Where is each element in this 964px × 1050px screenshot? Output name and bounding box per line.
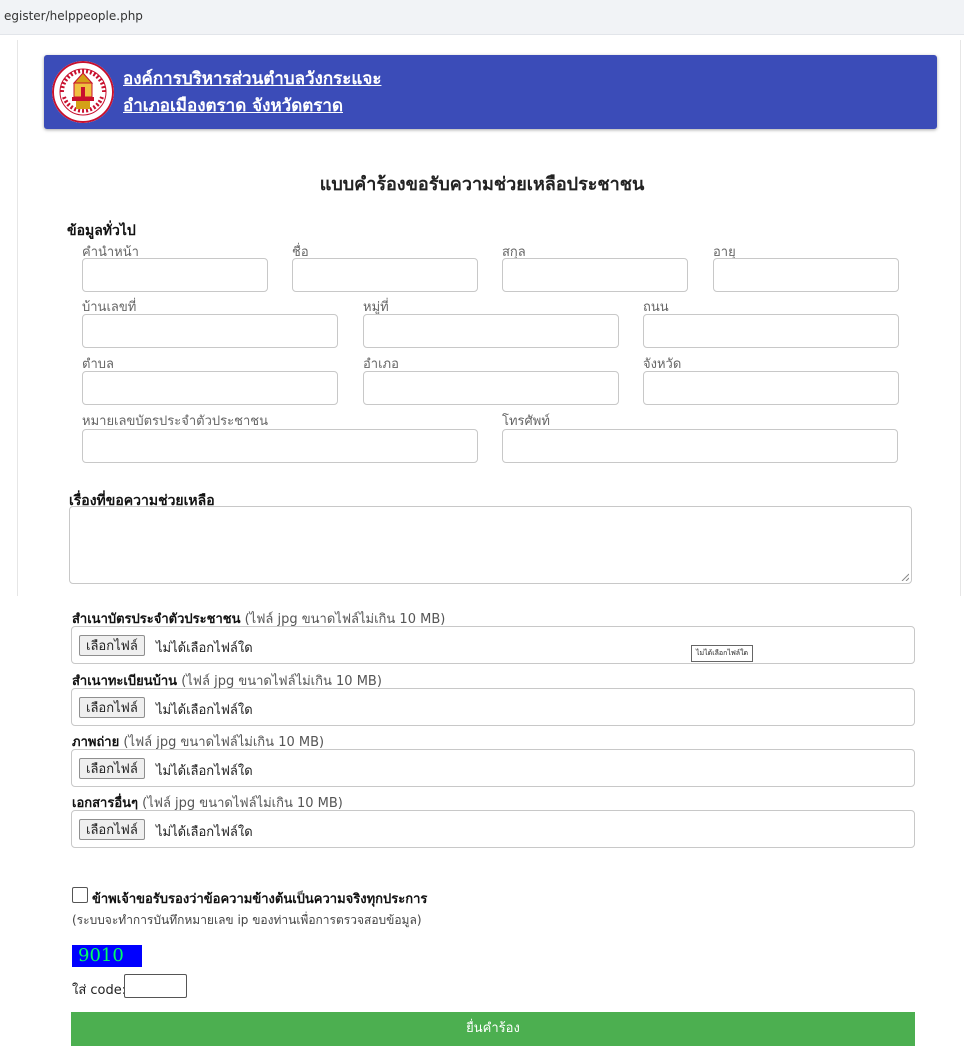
prefix-field[interactable] bbox=[82, 258, 268, 292]
upload-hint: (ไฟล์ jpg ขนาดไฟล์ไม่เกิน 10 MB) bbox=[138, 796, 343, 811]
upload-title: สำเนาทะเบียนบ้าน bbox=[72, 674, 178, 689]
upload-title: สำเนาบัตรประจำตัวประชาชน bbox=[72, 612, 241, 627]
choose-file-button[interactable]: เลือกไฟล์ bbox=[79, 697, 145, 718]
ip-notice: (ระบบจะทำการบันทึกหมายเลข ip ของท่านเพื่… bbox=[72, 913, 422, 927]
url-text[interactable]: egister/helppeople.php bbox=[4, 9, 143, 23]
upload-id-card[interactable]: เลือกไฟล์ ไม่ได้เลือกไฟล์ใด bbox=[71, 626, 915, 664]
org-location-link[interactable]: อำเภอเมืองตราด จังหวัดตราด bbox=[123, 92, 343, 119]
upload-photo[interactable]: เลือกไฟล์ ไม่ได้เลือกไฟล์ใด bbox=[71, 749, 915, 787]
org-name-link[interactable]: องค์การบริหารส่วนตำบลวังกระแจะ bbox=[123, 65, 381, 92]
age-field[interactable] bbox=[713, 258, 899, 292]
subdistrict-field[interactable] bbox=[82, 371, 338, 405]
file-status: ไม่ได้เลือกไฟล์ใด bbox=[156, 825, 253, 840]
upload-title: ภาพถ่าย bbox=[72, 735, 120, 750]
resize-grip-icon[interactable] bbox=[901, 573, 909, 581]
village-no-field[interactable] bbox=[363, 314, 619, 348]
form-title: แบบคำร้องขอรับความช่วยเหลือประชาชน bbox=[319, 174, 645, 195]
site-header: องค์การบริหารส่วนตำบลวังกระแจะ อำเภอเมือ… bbox=[44, 55, 937, 129]
province-field[interactable] bbox=[643, 371, 899, 405]
file-status: ไม่ได้เลือกไฟล์ใด bbox=[156, 641, 253, 656]
file-tooltip: ไม่ได้เลือกไฟล์ใด bbox=[691, 645, 754, 662]
org-logo-icon bbox=[52, 61, 114, 123]
upload-other-docs[interactable]: เลือกไฟล์ ไม่ได้เลือกไฟล์ใด bbox=[71, 810, 915, 848]
choose-file-button[interactable]: เลือกไฟล์ bbox=[79, 758, 145, 779]
last-name-field[interactable] bbox=[502, 258, 688, 292]
upload-hint: (ไฟล์ jpg ขนาดไฟล์ไม่เกิน 10 MB) bbox=[177, 674, 382, 689]
code-label: ใส่ code: bbox=[72, 983, 127, 998]
phone-label: โทรศัพท์ bbox=[502, 414, 550, 429]
address-bar[interactable]: egister/helppeople.php bbox=[0, 0, 964, 35]
file-status: ไม่ได้เลือกไฟล์ใด bbox=[156, 764, 253, 779]
first-name-field[interactable] bbox=[292, 258, 478, 292]
page-edge bbox=[960, 40, 961, 596]
section-general-info: ข้อมูลทั่วไป bbox=[67, 223, 136, 239]
request-textarea[interactable] bbox=[69, 506, 912, 584]
upload-title: เอกสารอื่นๆ bbox=[72, 796, 139, 811]
road-field[interactable] bbox=[643, 314, 899, 348]
upload-house-registration[interactable]: เลือกไฟล์ ไม่ได้เลือกไฟล์ใด bbox=[71, 688, 915, 726]
id-card-label: หมายเลขบัตรประจำตัวประชาชน bbox=[82, 414, 268, 429]
file-status: ไม่ได้เลือกไฟล์ใด bbox=[156, 703, 253, 718]
id-card-field[interactable] bbox=[82, 429, 478, 463]
upload-hint: (ไฟล์ jpg ขนาดไฟล์ไม่เกิน 10 MB) bbox=[119, 735, 325, 750]
district-field[interactable] bbox=[363, 371, 619, 405]
submit-button[interactable]: ยื่นคำร้อง bbox=[71, 1012, 915, 1046]
certify-label[interactable]: ข้าพเจ้าขอรับรองว่าข้อความข้างต้นเป็นควา… bbox=[92, 888, 427, 909]
certify-checkbox[interactable] bbox=[72, 887, 88, 903]
captcha-image: 9010 bbox=[72, 945, 142, 967]
choose-file-button[interactable]: เลือกไฟล์ bbox=[79, 819, 145, 840]
captcha-code-input[interactable] bbox=[124, 974, 187, 998]
upload-hint: (ไฟล์ jpg ขนาดไฟล์ไม่เกิน 10 MB) bbox=[240, 612, 446, 627]
page-edge bbox=[17, 40, 18, 596]
choose-file-button[interactable]: เลือกไฟล์ bbox=[79, 635, 145, 656]
house-no-field[interactable] bbox=[82, 314, 338, 348]
phone-field[interactable] bbox=[502, 429, 898, 463]
